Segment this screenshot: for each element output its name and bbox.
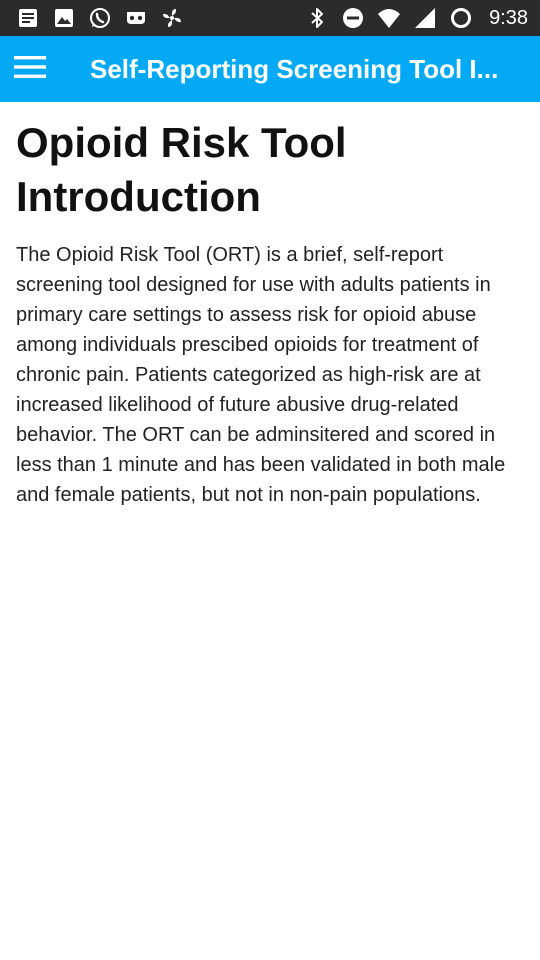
battery-ring-icon: [449, 6, 473, 30]
intro-paragraph: The Opioid Risk Tool (ORT) is a brief, s…: [16, 244, 506, 506]
status-time: 9:38: [489, 6, 528, 29]
notes-icon: [16, 6, 40, 30]
status-bar-left: [16, 6, 184, 30]
fan-icon: [160, 6, 184, 30]
bluetooth-icon: [305, 6, 329, 30]
app-bar-title: Self-Reporting Screening Tool I...: [90, 53, 499, 84]
main-content: Opioid Risk Tool Introduction The Opioid…: [16, 116, 524, 510]
status-bar-right: 9:38: [305, 6, 528, 30]
wifi-icon: [377, 6, 401, 30]
whatsapp-icon: [88, 6, 112, 30]
menu-button[interactable]: [0, 36, 60, 102]
image-icon: [52, 6, 76, 30]
signal-icon: [413, 6, 437, 30]
status-bar: 9:38: [0, 0, 540, 36]
page-title: Opioid Risk Tool Introduction: [16, 119, 347, 220]
mask-icon: [124, 6, 148, 30]
do-not-disturb-icon: [341, 6, 365, 30]
app-bar: Self-Reporting Screening Tool I...: [0, 36, 540, 102]
hamburger-menu-icon: [14, 54, 46, 85]
